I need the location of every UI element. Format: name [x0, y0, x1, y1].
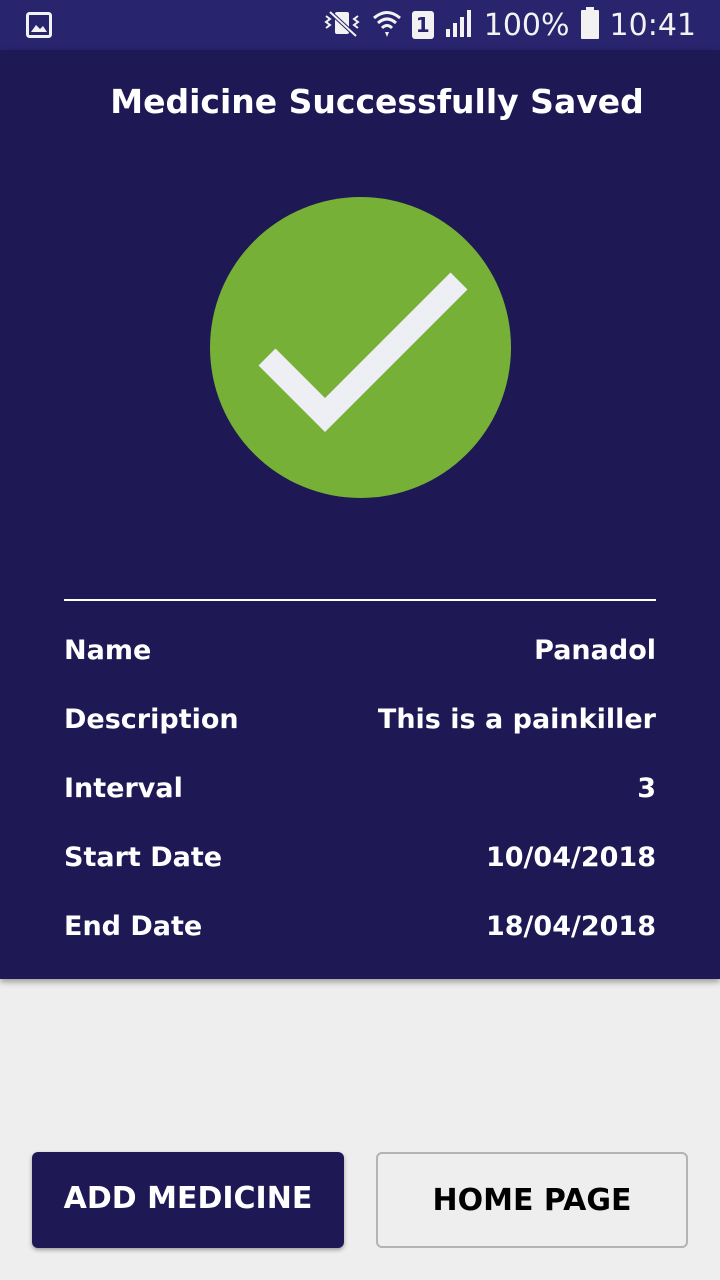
detail-row-start-date: Start Date 10/04/2018 — [64, 842, 656, 882]
status-icons: 1 100% 10:41 — [322, 0, 696, 50]
sim-label: 1 — [415, 13, 430, 37]
gallery-icon — [26, 12, 52, 42]
detail-label: Description — [64, 704, 239, 735]
checkmark-icon — [210, 197, 511, 498]
add-medicine-button[interactable]: ADD MEDICINE — [32, 1152, 344, 1248]
home-page-button[interactable]: HOME PAGE — [376, 1152, 688, 1248]
detail-row-name: Name Panadol — [64, 635, 656, 675]
detail-value: Panadol — [534, 635, 656, 666]
detail-label: Interval — [64, 773, 183, 804]
detail-value: 3 — [637, 773, 656, 804]
detail-label: Name — [64, 635, 152, 666]
detail-row-interval: Interval 3 — [64, 773, 656, 813]
detail-value: 18/04/2018 — [485, 911, 656, 942]
battery-percent: 100% — [483, 7, 570, 43]
page-title: Medicine Successfully Saved — [110, 82, 644, 121]
status-bar: 1 100% 10:41 — [0, 0, 720, 50]
detail-row-end-date: End Date 18/04/2018 — [64, 911, 656, 951]
detail-label: Start Date — [64, 842, 223, 873]
detail-row-description: Description This is a painkiller — [64, 704, 656, 744]
divider — [64, 599, 656, 601]
clock: 10:41 — [609, 7, 696, 43]
summary-panel: Medicine Successfully Saved Name Panadol… — [0, 50, 720, 979]
signal-icon — [444, 9, 474, 41]
sim-icon: 1 — [411, 11, 434, 39]
detail-value: This is a painkiller — [377, 704, 656, 735]
wifi-icon — [372, 8, 402, 42]
vibrate-icon — [322, 8, 362, 42]
detail-value: 10/04/2018 — [485, 842, 656, 873]
battery-icon — [580, 7, 600, 43]
detail-label: End Date — [64, 911, 203, 942]
